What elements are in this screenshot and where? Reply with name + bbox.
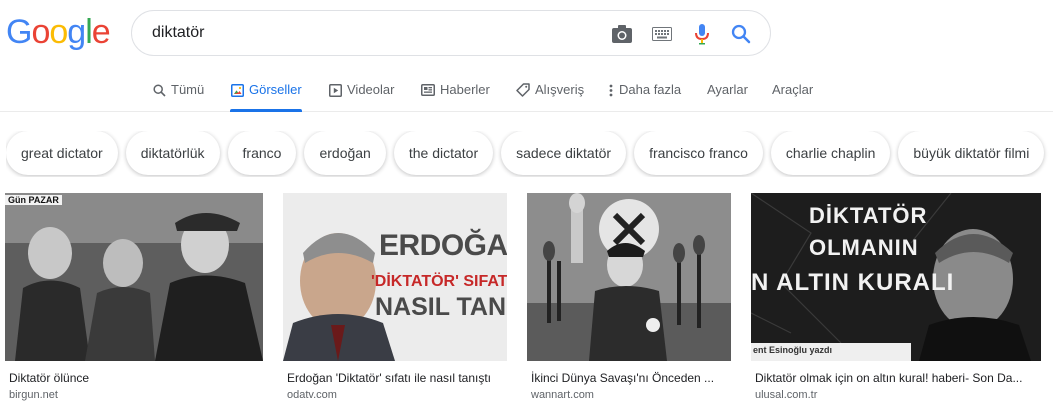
tab-label: Görseller — [249, 82, 302, 97]
chip-sadece-diktator[interactable]: sadece diktatör — [501, 131, 627, 175]
thumbnail-caption: ent Esinoğlu yazdı — [753, 345, 833, 355]
result-source: wannart.com — [531, 389, 594, 401]
result-source: ulusal.com.tr — [755, 389, 818, 401]
image-result: DİKTATÖR OLMANIN N ALTIN KURALI ent Esin… — [751, 193, 1041, 401]
tab-all[interactable]: Tümü — [152, 82, 204, 112]
tab-label: Ayarlar — [707, 82, 748, 97]
tab-label: Daha fazla — [619, 82, 682, 97]
microphone-icon[interactable] — [690, 22, 714, 46]
chip-erdogan[interactable]: erdoğan — [304, 131, 386, 175]
news-icon — [421, 83, 435, 97]
tag-icon — [516, 83, 530, 97]
camera-icon[interactable] — [610, 22, 634, 46]
logo-letter: o — [31, 13, 50, 51]
chip-charlie-chaplin[interactable]: charlie chaplin — [770, 131, 891, 175]
tab-images[interactable]: Görseller — [230, 82, 302, 112]
chip-great-dictator[interactable]: great dictator — [6, 131, 118, 175]
search-icon[interactable] — [729, 22, 753, 46]
thumbnail-headline: 'DİKTATÖR' SIFATI İL — [371, 273, 507, 290]
result-thumbnail[interactable]: DİKTATÖR OLMANIN N ALTIN KURALI ent Esin… — [751, 193, 1041, 361]
tab-label: Araçlar — [772, 82, 814, 97]
chip-buyuk-diktator-filmi[interactable]: büyük diktatör filmi — [898, 131, 1045, 175]
google-logo[interactable]: Google — [6, 13, 111, 52]
image-result: İkinci Dünya Savaşı'nı Önceden ... wanna… — [527, 193, 731, 401]
chip-franco[interactable]: franco — [227, 131, 297, 175]
tab-settings[interactable]: Ayarlar — [707, 82, 748, 112]
thumbnail-headline: NASIL TANIŞT — [375, 293, 507, 321]
tab-label: Tümü — [171, 82, 205, 97]
image-icon — [230, 83, 244, 97]
play-icon — [328, 83, 342, 97]
related-chips: great dictator diktatörlük franco erdoğan th… — [6, 131, 1053, 177]
chip-francisco-franco[interactable]: francisco franco — [634, 131, 763, 175]
result-thumbnail[interactable] — [527, 193, 731, 361]
tab-label: Videolar — [347, 82, 395, 97]
tab-label: Alışveriş — [535, 82, 585, 97]
search-input[interactable] — [152, 21, 592, 45]
tab-shopping[interactable]: Alışveriş — [516, 82, 584, 112]
result-thumbnail[interactable]: ERDOĞAN 'DİKTATÖR' SIFATI İL NASIL TANIŞ… — [283, 193, 507, 361]
logo-letter: o — [49, 13, 68, 51]
thumbnail-overlay-text: Gün PAZAR — [5, 195, 62, 205]
logo-letter: e — [91, 13, 111, 51]
image-result: ERDOĞAN 'DİKTATÖR' SIFATI İL NASIL TANIŞ… — [283, 193, 507, 401]
tab-videos[interactable]: Videolar — [328, 82, 394, 112]
chip-diktatorluk[interactable]: diktatörlük — [125, 131, 220, 175]
result-title[interactable]: Diktatör ölünce — [9, 371, 263, 385]
thumbnail-headline: N ALTIN KURALI — [751, 269, 955, 296]
thumbnail-headline: OLMANIN — [809, 235, 919, 260]
image-result: Gün PAZAR Diktatör ölünce birgun.net — [5, 193, 263, 401]
tab-news[interactable]: Haberler — [421, 82, 490, 112]
chip-the-dictator[interactable]: the dictator — [393, 131, 494, 175]
result-title[interactable]: Diktatör olmak için on altın kural! habe… — [755, 371, 1041, 385]
result-source: birgun.net — [9, 389, 58, 401]
tab-more[interactable]: Daha fazla — [608, 82, 681, 112]
search-box — [131, 10, 771, 56]
thumbnail-headline: ERDOĞAN — [379, 229, 507, 262]
tab-tools[interactable]: Araçlar — [772, 82, 813, 112]
result-title[interactable]: İkinci Dünya Savaşı'nı Önceden ... — [531, 371, 731, 385]
keyboard-icon[interactable] — [650, 22, 674, 46]
search-icon — [152, 83, 166, 97]
tab-label: Haberler — [440, 82, 490, 97]
logo-letter: G — [6, 13, 32, 51]
result-source: odatv.com — [287, 389, 337, 401]
result-title[interactable]: Erdoğan 'Diktatör' sıfatı ile nasıl tanı… — [287, 371, 507, 385]
more-vert-icon — [608, 83, 614, 97]
logo-letter: g — [67, 13, 86, 51]
thumbnail-headline: DİKTATÖR — [809, 203, 928, 228]
result-thumbnail[interactable]: Gün PAZAR — [5, 193, 263, 361]
search-tabs: Tümü Görseller Videolar Haberler Alışver… — [0, 72, 1053, 112]
